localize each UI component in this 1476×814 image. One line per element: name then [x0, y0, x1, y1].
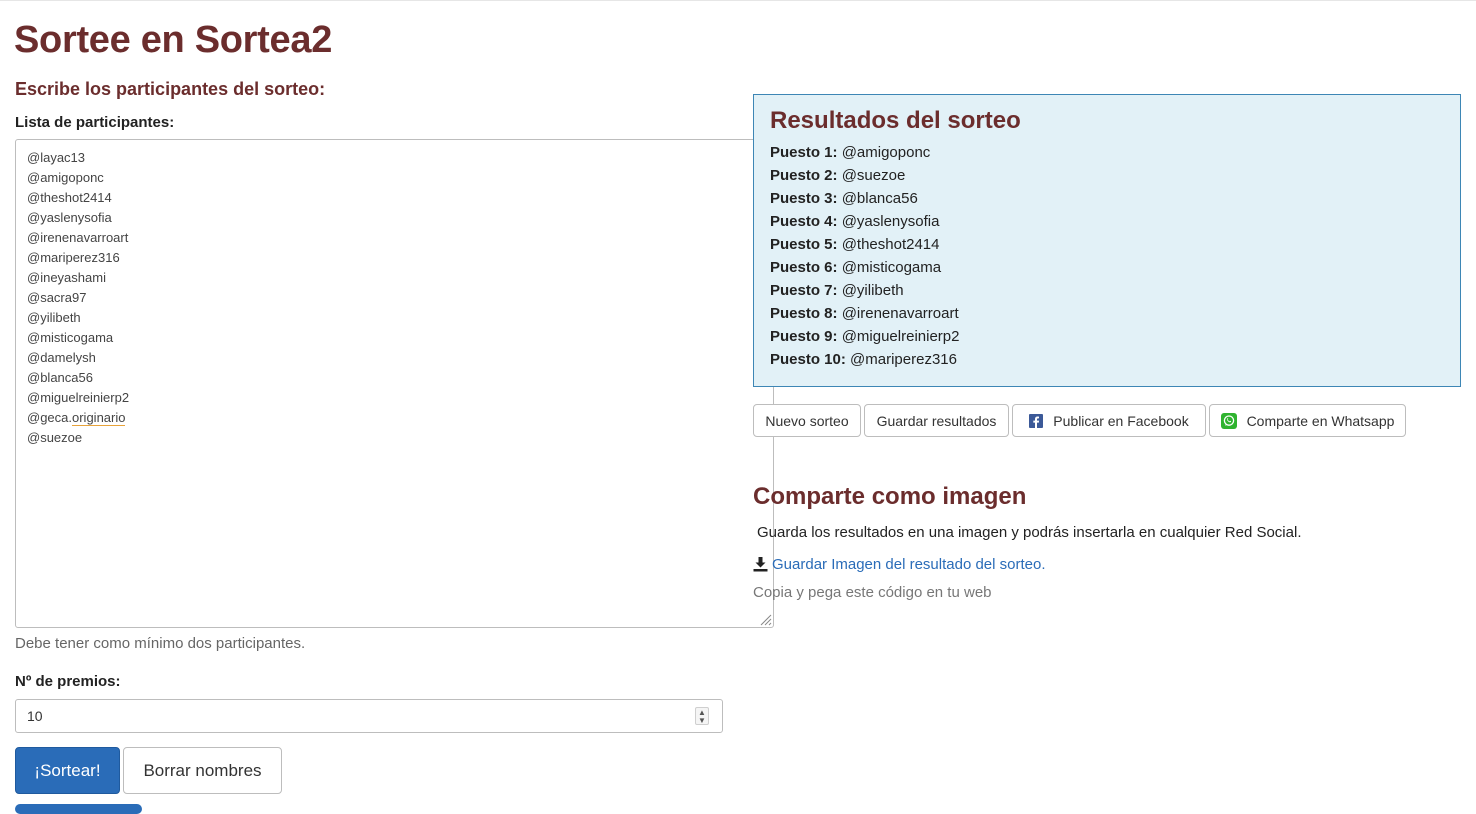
- new-draw-button[interactable]: Nuevo sorteo: [753, 404, 861, 437]
- new-draw-label: Nuevo sorteo: [765, 412, 849, 429]
- participant-line: @yilibeth: [27, 310, 81, 325]
- clear-names-button[interactable]: Borrar nombres: [123, 747, 282, 794]
- result-position: Puesto 9:: [770, 328, 838, 345]
- result-name: @miguelreinierp2: [841, 328, 960, 345]
- save-results-button[interactable]: Guardar resultados: [864, 404, 1009, 437]
- partial-button[interactable]: [15, 804, 142, 814]
- participant-line: @damelysh: [27, 350, 96, 365]
- page-title: Sortee en Sortea2: [14, 19, 333, 61]
- participant-line: @yaslenysofia: [27, 210, 112, 225]
- result-name: @mariperez316: [850, 351, 957, 368]
- participant-line: @layac13: [27, 150, 86, 165]
- facebook-icon: [1029, 413, 1044, 428]
- prizes-label: Nº de premios:: [15, 673, 121, 690]
- result-row: Puesto 3: @blanca56: [770, 187, 1444, 210]
- copy-code-hint: Copia y pega este código en tu web: [753, 584, 992, 601]
- participant-line: @misticogama: [27, 330, 114, 345]
- participants-textarea[interactable]: @layac13 @amigoponc @theshot2414 @yaslen…: [15, 139, 774, 628]
- result-name: @yaslenysofia: [841, 213, 940, 230]
- result-name: @theshot2414: [841, 236, 940, 253]
- participant-line: @sacra97: [27, 290, 87, 305]
- participant-line: @miguelreinierp2: [27, 390, 130, 405]
- prizes-number-input[interactable]: 10 ▲ ▼: [15, 699, 723, 733]
- result-name: @suezoe: [841, 167, 906, 184]
- resize-handle-icon[interactable]: [758, 612, 772, 626]
- result-position: Puesto 3:: [770, 190, 838, 207]
- participant-line: @theshot2414: [27, 190, 112, 205]
- whatsapp-icon: [1220, 412, 1237, 429]
- result-position: Puesto 6:: [770, 259, 838, 276]
- result-position: Puesto 1:: [770, 144, 838, 161]
- prizes-value: 10: [27, 708, 43, 724]
- save-results-label: Guardar resultados: [876, 412, 997, 429]
- result-position: Puesto 4:: [770, 213, 838, 230]
- download-link-label: Guardar Imagen del resultado del sorteo.: [772, 556, 1046, 573]
- result-position: Puesto 10:: [770, 351, 846, 368]
- result-row: Puesto 1: @amigoponc: [770, 141, 1444, 164]
- participant-line: @geca.originario: [27, 408, 762, 428]
- participant-prefix: @geca.: [27, 410, 72, 425]
- result-position: Puesto 2:: [770, 167, 838, 184]
- whatsapp-label: Comparte en Whatsapp: [1246, 412, 1395, 429]
- min-participants-hint: Debe tener como mínimo dos participantes…: [15, 635, 306, 652]
- result-row: Puesto 10: @mariperez316: [770, 348, 1444, 371]
- result-row: Puesto 5: @theshot2414: [770, 233, 1444, 256]
- result-row: Puesto 2: @suezoe: [770, 164, 1444, 187]
- spellcheck-word: originario: [72, 410, 126, 426]
- participant-line: @blanca56: [27, 370, 93, 385]
- result-row: Puesto 4: @yaslenysofia: [770, 210, 1444, 233]
- participant-line: @suezoe: [27, 430, 83, 445]
- share-image-title: Comparte como imagen: [753, 483, 1027, 510]
- facebook-share-button[interactable]: Publicar en Facebook: [1012, 404, 1206, 437]
- result-position: Puesto 5:: [770, 236, 838, 253]
- participant-line: @amigoponc: [27, 170, 104, 185]
- result-position: Puesto 8:: [770, 305, 838, 322]
- number-spinner-icon[interactable]: ▲ ▼: [695, 707, 709, 725]
- share-image-text: Guarda los resultados en una imagen y po…: [757, 524, 1302, 541]
- result-name: @irenenavarroart: [841, 305, 959, 322]
- result-row: Puesto 7: @yilibeth: [770, 279, 1444, 302]
- instructions-heading: Escribe los participantes del sorteo:: [15, 79, 326, 99]
- results-title: Resultados del sorteo: [770, 107, 1021, 134]
- result-row: Puesto 6: @misticogama: [770, 256, 1444, 279]
- result-row: Puesto 9: @miguelreinierp2: [770, 325, 1444, 348]
- download-image-link[interactable]: Guardar Imagen del resultado del sorteo.: [753, 556, 1046, 573]
- facebook-label: Publicar en Facebook: [1053, 412, 1189, 429]
- participant-line: @ineyashami: [27, 270, 106, 285]
- result-row: Puesto 8: @irenenavarroart: [770, 302, 1444, 325]
- whatsapp-share-button[interactable]: Comparte en Whatsapp: [1209, 404, 1406, 437]
- draw-button[interactable]: ¡Sortear!: [15, 747, 120, 794]
- results-panel: Resultados del sorteo Puesto 1: @amigopo…: [753, 94, 1461, 387]
- result-name: @amigoponc: [841, 144, 931, 161]
- result-name: @blanca56: [841, 190, 918, 207]
- participants-label: Lista de participantes:: [15, 114, 175, 131]
- download-icon: [753, 557, 768, 572]
- result-position: Puesto 7:: [770, 282, 838, 299]
- result-name: @misticogama: [841, 259, 942, 276]
- result-name: @yilibeth: [841, 282, 904, 299]
- participant-line: @mariperez316: [27, 250, 120, 265]
- participant-line: @irenenavarroart: [27, 230, 129, 245]
